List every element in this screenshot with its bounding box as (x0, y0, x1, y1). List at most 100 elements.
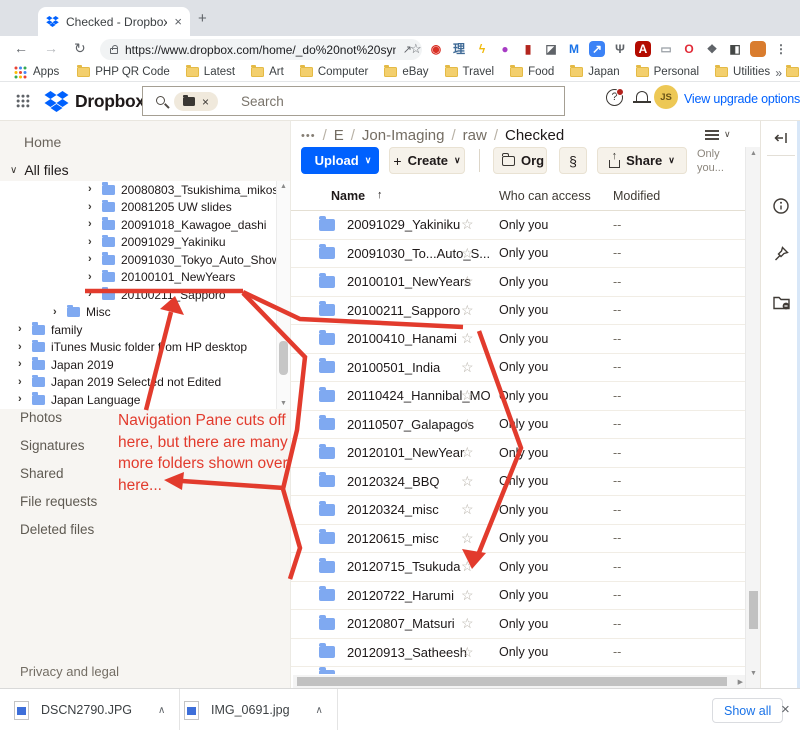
lock-icon[interactable] (110, 48, 118, 54)
folder-name[interactable]: 20120101_NewYear (347, 445, 464, 460)
profile-avatar-icon[interactable] (750, 41, 766, 57)
star-icon[interactable] (461, 473, 474, 490)
expand-chevron-icon[interactable] (88, 237, 96, 248)
folder-name[interactable]: 20120722_Harumi (347, 588, 454, 603)
star-icon[interactable] (461, 302, 474, 319)
view-toggle[interactable]: ∨ (705, 129, 731, 140)
bookmarks-overflow-icon[interactable]: » (775, 66, 782, 80)
file-row[interactable]: 20120615_misc Only you -- (291, 525, 745, 554)
download-item[interactable]: IMG_0691.jpg ∧ (170, 689, 338, 730)
scrollbar-thumb[interactable] (749, 591, 758, 629)
folder-name[interactable]: 20110507_Galapagos (347, 417, 474, 432)
horizontal-scrollbar[interactable]: ▶ (293, 675, 745, 688)
microphone-extension-icon[interactable]: Ψ (612, 41, 628, 57)
sidebar-item-home[interactable]: Home (24, 134, 61, 150)
capsule-extension-icon[interactable]: ▭ (658, 41, 674, 57)
new-tab-button[interactable]: + (198, 10, 207, 27)
tree-item[interactable]: Japan 2019 (0, 356, 290, 374)
bookmark-folder[interactable]: Computer (300, 66, 369, 78)
expand-chevron-icon[interactable] (18, 324, 26, 335)
folder-name[interactable]: 20120913_Satheesh (347, 645, 467, 660)
star-icon[interactable] (461, 444, 474, 461)
breadcrumb-menu-icon[interactable]: ••• (301, 130, 316, 142)
file-row[interactable]: 20091029_Yakiniku Only you -- (291, 211, 745, 240)
star-icon[interactable] (461, 558, 474, 575)
bookmark-apps[interactable]: Apps (14, 66, 59, 79)
tree-item[interactable]: 20091018_Kawagoe_dashi (0, 216, 290, 234)
folder-name[interactable]: 20100101_NewYears (347, 274, 471, 289)
tree-item[interactable]: iTunes Music folder from HP desktop (0, 339, 290, 357)
star-icon[interactable] (461, 245, 474, 262)
bookmark-folder[interactable]: Travel (445, 66, 495, 78)
breadcrumb-item[interactable]: E (334, 127, 344, 144)
scroll-down-icon[interactable]: ▼ (750, 670, 757, 677)
folder-name[interactable]: 20091029_Yakiniku (347, 217, 460, 232)
star-icon[interactable] (461, 273, 474, 290)
bookmark-folder[interactable]: Japan (570, 66, 619, 78)
scroll-up-icon[interactable]: ▲ (750, 150, 757, 157)
tree-item[interactable]: 20081205 UW slides (0, 199, 290, 217)
bookmark-folder[interactable]: PHP QR Code (77, 66, 170, 78)
file-row[interactable]: 20120324_BBQ Only you -- (291, 468, 745, 497)
folder-name[interactable]: 20100501_India (347, 360, 440, 375)
app-grid-icon[interactable] (16, 94, 30, 108)
folder-name[interactable]: 20100410_Hanami (347, 331, 457, 346)
search-input[interactable]: × Search (142, 86, 565, 116)
column-modified[interactable]: Modified (613, 189, 660, 203)
upload-button[interactable]: Upload ∨ (301, 147, 379, 174)
sidebar-section-item[interactable]: Deleted files (0, 516, 290, 544)
organize-button[interactable]: Org (493, 147, 547, 174)
chevron-down-icon[interactable]: ∨ (10, 165, 17, 176)
create-button[interactable]: + Create ∨ (389, 147, 465, 174)
tree-item[interactable]: family (0, 321, 290, 339)
star-icon[interactable] (461, 330, 474, 347)
url-text[interactable]: https://www.dropbox.com/home/_do%20not%2… (125, 43, 396, 57)
expand-chevron-icon[interactable] (18, 359, 26, 370)
expand-chevron-icon[interactable] (18, 377, 26, 388)
folder-name[interactable]: 20120324_misc (347, 502, 439, 517)
star-icon[interactable] (461, 587, 474, 604)
blue-arrow-extension-icon[interactable]: ↗ (589, 41, 605, 57)
forward-icon[interactable]: → (44, 40, 58, 56)
folder-name[interactable]: 20120715_Tsukuda (347, 559, 461, 574)
tree-item[interactable]: Misc (0, 304, 290, 322)
expand-chevron-icon[interactable] (88, 272, 96, 283)
file-row[interactable]: 20100101_NewYears Only you -- (291, 268, 745, 297)
bookmark-folder[interactable]: Art (251, 66, 284, 78)
search-filter-chip[interactable]: × (174, 92, 218, 111)
acrobat-extension-icon[interactable]: A (635, 41, 651, 57)
share-button[interactable]: Share ∨ (597, 147, 687, 174)
scrollbar-thumb[interactable] (279, 341, 288, 375)
star-icon[interactable] (461, 530, 474, 547)
file-row[interactable]: 20120722_Harumi Only you -- (291, 582, 745, 611)
star-icon[interactable] (461, 416, 474, 433)
tree-item[interactable]: 20100211_Sapporo (0, 286, 290, 304)
folder-name[interactable]: 20120807_Matsuri (347, 616, 455, 631)
close-icon[interactable]: × (781, 701, 790, 718)
file-row[interactable]: 20100410_Hanami Only you -- (291, 325, 745, 354)
column-name[interactable]: Name (331, 189, 365, 203)
copy-link-button[interactable]: § (559, 147, 587, 174)
download-filename[interactable]: IMG_0691.jpg (211, 703, 290, 717)
bookmark-folder[interactable]: Food (510, 66, 554, 78)
extensions-puzzle-icon[interactable]: ❖ (704, 41, 720, 57)
upgrade-link[interactable]: View upgrade options (684, 92, 800, 106)
privacy-legal-link[interactable]: Privacy and legal (20, 664, 119, 679)
star-icon[interactable] (461, 615, 474, 632)
back-icon[interactable]: ← (14, 40, 28, 56)
browser-menu-icon[interactable]: ⋮ (773, 41, 789, 57)
star-icon[interactable] (461, 387, 474, 404)
download-filename[interactable]: DSCN2790.JPG (41, 703, 132, 717)
file-row[interactable]: 20120715_Tsukuda Only you -- (291, 553, 745, 582)
sort-arrow-icon[interactable]: ↑ (377, 189, 383, 201)
folder-name[interactable]: 20120615_misc (347, 531, 439, 546)
expand-chevron-icon[interactable] (88, 219, 96, 230)
malwarebytes-extension-icon[interactable]: M (566, 41, 582, 57)
browser-tab[interactable]: Checked - Dropbox × (38, 7, 190, 36)
tree-item[interactable]: 20080803_Tsukishima_mikoshi (0, 181, 290, 199)
expand-chevron-icon[interactable] (88, 254, 96, 265)
expand-chevron-icon[interactable] (88, 202, 96, 213)
sidebar-item-all-files[interactable]: ∨ All files (10, 162, 69, 178)
bookmark-folder[interactable]: Latest (186, 66, 235, 78)
expand-chevron-icon[interactable] (88, 184, 96, 195)
